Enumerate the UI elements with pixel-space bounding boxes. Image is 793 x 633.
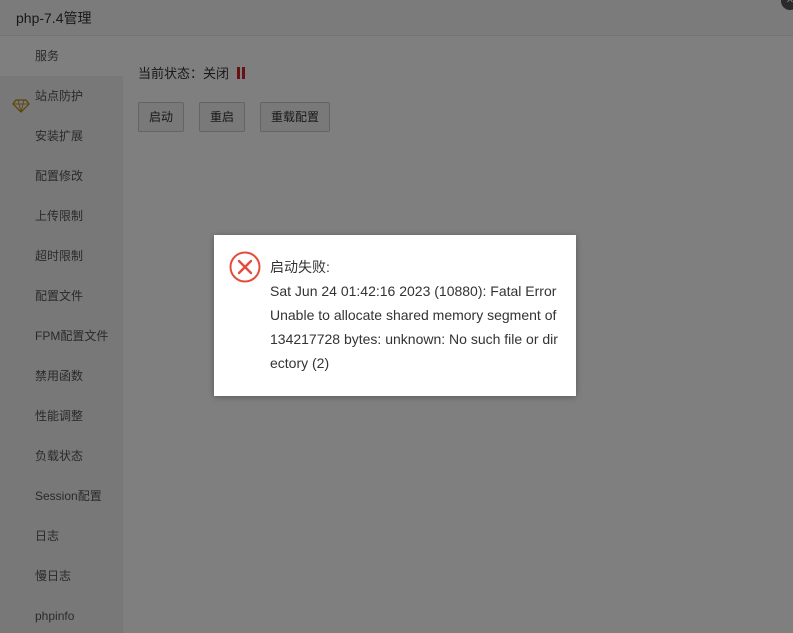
error-message: 启动失败: Sat Jun 24 01:42:16 2023 (10880): … bbox=[270, 255, 560, 375]
error-dialog: 启动失败: Sat Jun 24 01:42:16 2023 (10880): … bbox=[214, 235, 576, 396]
php-manager-window: php-7.4管理 ✕ 服务 站点防护 安装扩展 配置修改 上传限制 超时限制 bbox=[0, 0, 793, 633]
error-detail: Sat Jun 24 01:42:16 2023 (10880): Fatal … bbox=[270, 283, 558, 371]
error-heading: 启动失败: bbox=[270, 259, 330, 275]
error-circle-x-icon bbox=[229, 251, 261, 283]
